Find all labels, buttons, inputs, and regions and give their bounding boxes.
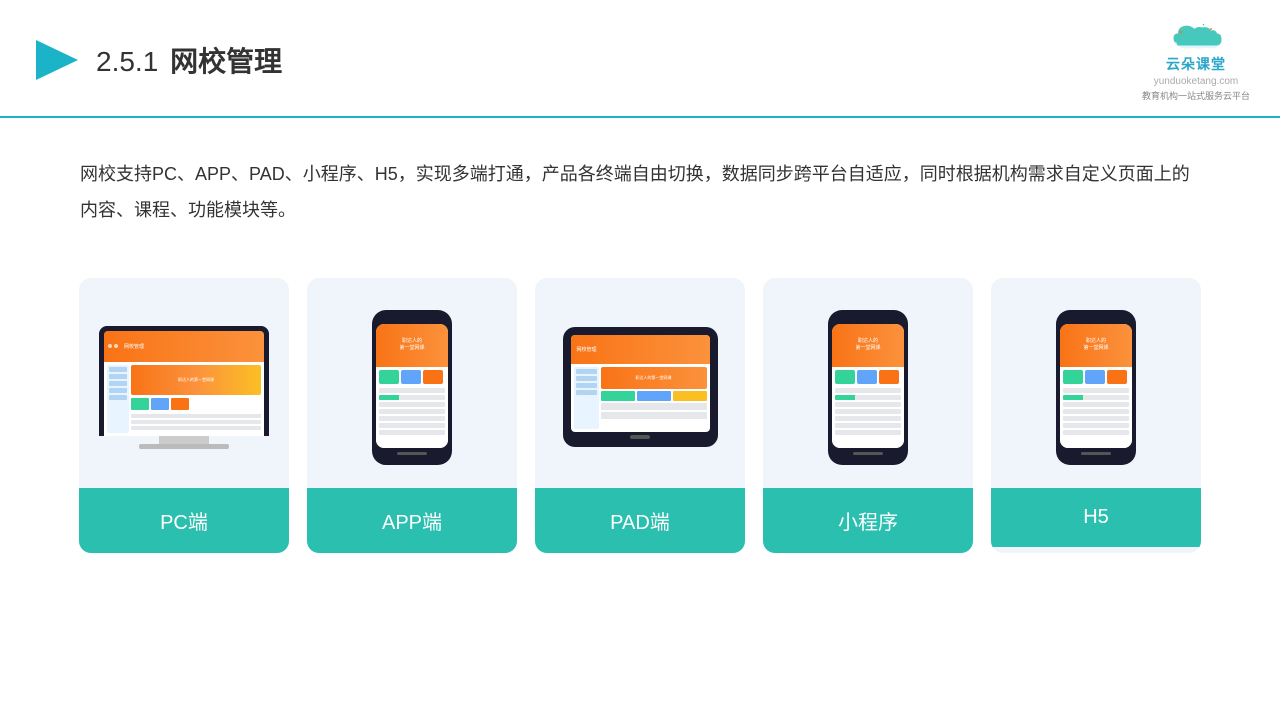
logo-tagline: 教育机构一站式服务云平台 <box>1142 89 1250 102</box>
card-h5-label: H5 <box>991 488 1201 547</box>
card-h5: 职达人的第一堂网课 <box>991 278 1201 553</box>
miniapp-device: 职达人的第一堂网课 <box>828 310 908 465</box>
card-app: 职达人的第一堂网课 <box>307 278 517 553</box>
play-icon <box>30 36 78 84</box>
logo-name: 云朵课堂 <box>1166 54 1226 74</box>
card-h5-image: 职达人的第一堂网课 <box>991 278 1201 488</box>
cards-container: 网校管理 职达人的 <box>0 258 1280 553</box>
pad-device: 网校管理 <box>563 327 718 447</box>
card-pad: 网校管理 <box>535 278 745 553</box>
logo: 云朵课堂 yunduoketang.com 教育机构一站式服务云平台 <box>1142 18 1250 102</box>
card-pc: 网校管理 职达人的 <box>79 278 289 553</box>
description-text: 网校支持PC、APP、PAD、小程序、H5，实现多端打通，产品各终端自由切换，数… <box>0 118 1280 248</box>
page-title: 2.5.1 网校管理 <box>96 40 282 80</box>
card-app-image: 职达人的第一堂网课 <box>307 278 517 488</box>
card-pad-label: PAD端 <box>535 488 745 553</box>
h5-device: 职达人的第一堂网课 <box>1056 310 1136 465</box>
card-miniapp-image: 职达人的第一堂网课 <box>763 278 973 488</box>
pc-device: 网校管理 职达人的 <box>99 326 269 449</box>
card-pc-image: 网校管理 职达人的 <box>79 278 289 488</box>
card-pad-image: 网校管理 <box>535 278 745 488</box>
logo-icon <box>1166 18 1226 52</box>
card-pc-label: PC端 <box>79 488 289 553</box>
logo-url: yunduoketang.com <box>1154 76 1239 87</box>
card-app-label: APP端 <box>307 488 517 553</box>
header-left: 2.5.1 网校管理 <box>30 36 282 84</box>
card-miniapp: 职达人的第一堂网课 <box>763 278 973 553</box>
card-miniapp-label: 小程序 <box>763 488 973 553</box>
header: 2.5.1 网校管理 云朵课堂 yunduoketang.com 教育机构一站式… <box>0 0 1280 118</box>
app-device: 职达人的第一堂网课 <box>372 310 452 465</box>
